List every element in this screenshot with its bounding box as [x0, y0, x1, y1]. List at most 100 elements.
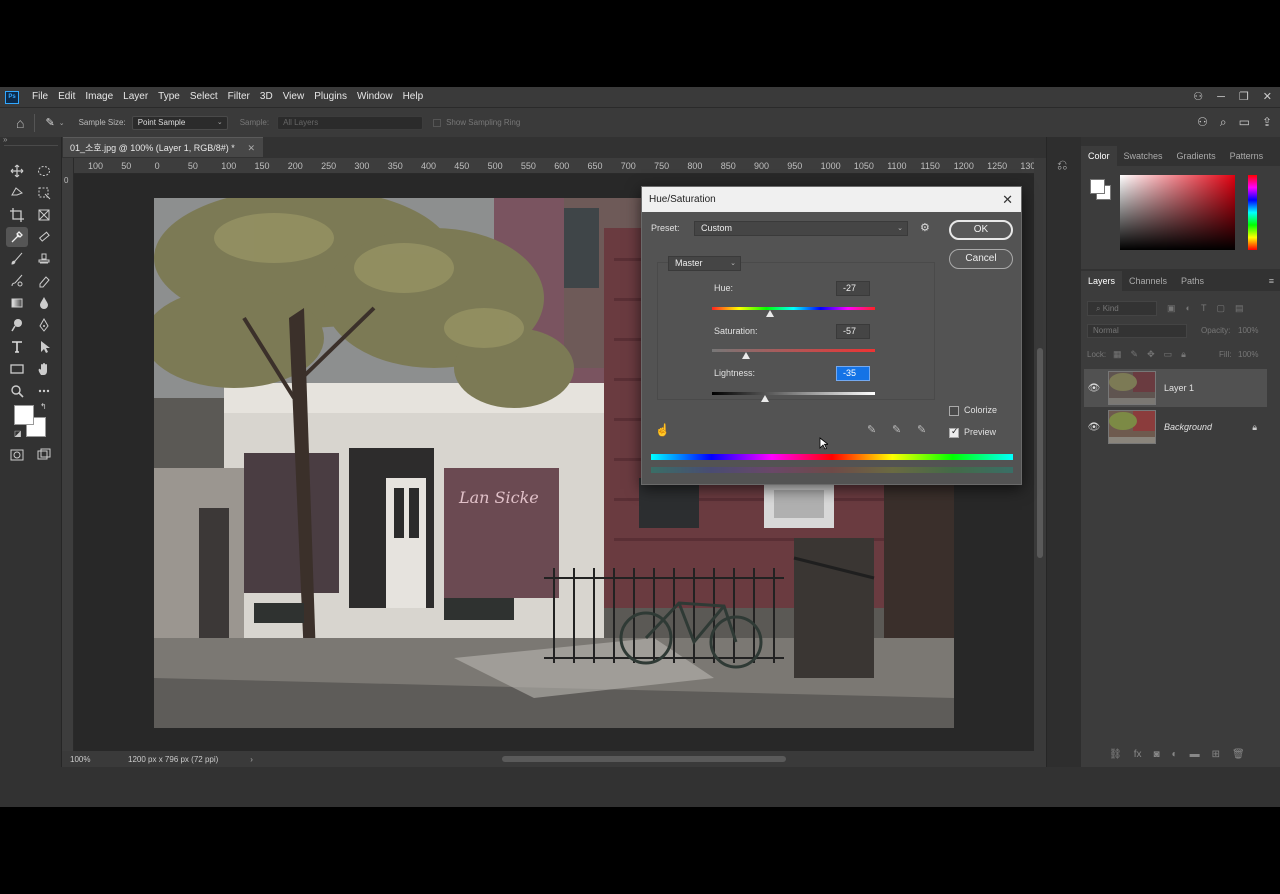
tab-color[interactable]: Color: [1081, 146, 1117, 166]
dialog-title-bar[interactable]: Hue/Saturation ✕: [642, 187, 1021, 212]
close-tab-icon[interactable]: ✕: [247, 138, 255, 158]
lock-position-icon[interactable]: ✥: [1147, 349, 1155, 360]
quick-mask-icon[interactable]: [6, 445, 28, 465]
rectangle-tool-icon[interactable]: [6, 359, 28, 379]
hue-slider-track[interactable]: [712, 307, 875, 310]
layer-filter-kind[interactable]: ⌕ Kind: [1087, 301, 1157, 316]
menu-filter[interactable]: Filter: [223, 87, 255, 107]
clone-stamp-tool-icon[interactable]: [33, 249, 55, 269]
brush-tool-icon[interactable]: [6, 249, 28, 269]
add-mask-icon[interactable]: ◙: [1153, 749, 1159, 760]
marquee-tool-icon[interactable]: [33, 161, 55, 181]
colorize-checkbox[interactable]: [949, 406, 959, 416]
type-tool-icon[interactable]: [6, 337, 28, 357]
tab-swatches[interactable]: Swatches: [1117, 146, 1170, 166]
filter-shape-icon[interactable]: ▢: [1216, 303, 1225, 314]
menu-help[interactable]: Help: [398, 87, 429, 107]
lightness-slider-thumb[interactable]: [761, 395, 769, 402]
history-panel-icon[interactable]: ⎌: [1057, 157, 1067, 173]
menu-window[interactable]: Window: [352, 87, 398, 107]
screen-mode-icon[interactable]: [33, 445, 55, 465]
filter-pixel-icon[interactable]: ▣: [1167, 303, 1176, 314]
saturation-value-field[interactable]: -57: [836, 324, 870, 339]
filter-type-icon[interactable]: T: [1201, 303, 1207, 314]
crop-tool-icon[interactable]: [6, 205, 28, 225]
sample-select[interactable]: All Layers: [277, 115, 424, 130]
color-panel-foreground-swatch[interactable]: [1090, 179, 1105, 194]
eyedropper-icon[interactable]: ✎: [867, 423, 876, 436]
more-tools-icon[interactable]: [33, 381, 55, 401]
filter-smart-icon[interactable]: ▤: [1235, 303, 1244, 314]
home-icon[interactable]: ⌂: [16, 115, 24, 131]
new-layer-icon[interactable]: ⊞: [1212, 749, 1220, 760]
layer-visibility-eye-icon[interactable]: 👁︎: [1084, 422, 1104, 433]
hue-slider[interactable]: [1248, 175, 1257, 250]
eraser-tool-icon[interactable]: [33, 271, 55, 291]
layer-row-background[interactable]: 👁︎ Background 🔒︎: [1084, 408, 1267, 446]
hand-tool-icon[interactable]: [33, 359, 55, 379]
restore-icon[interactable]: ❐: [1239, 87, 1249, 107]
eyedropper-minus-icon[interactable]: ✎: [917, 423, 926, 436]
share-people-icon[interactable]: ⚇: [1197, 115, 1208, 130]
chevron-down-icon[interactable]: ⌄: [59, 119, 65, 127]
move-tool-icon[interactable]: [6, 161, 28, 181]
vertical-scroll-thumb[interactable]: [1037, 348, 1043, 558]
document-tab[interactable]: 01_소호.jpg @ 100% (Layer 1, RGB/8#) * ✕: [63, 137, 263, 157]
path-selection-tool-icon[interactable]: [33, 337, 55, 357]
horizontal-scroll-thumb[interactable]: [502, 756, 786, 762]
blur-tool-icon[interactable]: [33, 293, 55, 313]
sample-size-select[interactable]: Point Sample ⌄: [131, 115, 228, 130]
zoom-tool-icon[interactable]: [6, 381, 28, 401]
lock-all-icon[interactable]: 🔒︎: [1181, 349, 1186, 360]
adjustment-layer-icon[interactable]: ◐: [1172, 749, 1178, 760]
close-icon[interactable]: ✕: [1002, 187, 1013, 212]
filter-adjustment-icon[interactable]: ◐: [1186, 303, 1191, 314]
hue-slider-thumb[interactable]: [766, 310, 774, 317]
status-menu-icon[interactable]: ›: [250, 755, 253, 764]
menu-select[interactable]: Select: [185, 87, 223, 107]
object-selection-tool-icon[interactable]: [33, 183, 55, 203]
healing-brush-tool-icon[interactable]: [33, 227, 55, 247]
dodge-tool-icon[interactable]: [6, 315, 28, 335]
default-colors-icon[interactable]: ◪: [14, 429, 22, 438]
ok-button[interactable]: OK: [949, 220, 1013, 240]
layer-name[interactable]: Layer 1: [1164, 383, 1194, 393]
show-sampling-ring-checkbox[interactable]: [433, 118, 442, 127]
saturation-slider-track[interactable]: [712, 349, 875, 352]
lock-image-icon[interactable]: ✎: [1131, 349, 1139, 360]
menu-image[interactable]: Image: [80, 87, 118, 107]
pen-tool-icon[interactable]: [33, 315, 55, 335]
fill-value[interactable]: 100%: [1238, 350, 1258, 359]
search-icon[interactable]: ⌕: [1220, 115, 1227, 130]
share-icon[interactable]: ⇪: [1262, 115, 1272, 130]
link-layers-icon[interactable]: ⛓︎: [1109, 749, 1122, 760]
menu-layer[interactable]: Layer: [118, 87, 153, 107]
menu-type[interactable]: Type: [153, 87, 185, 107]
foreground-color-swatch[interactable]: [14, 405, 34, 425]
cancel-button[interactable]: Cancel: [949, 249, 1013, 269]
layer-style-fx-icon[interactable]: fx: [1134, 749, 1142, 760]
new-group-icon[interactable]: ▬: [1190, 749, 1200, 760]
tab-channels[interactable]: Channels: [1122, 271, 1174, 291]
eyedropper-tool-icon[interactable]: [6, 227, 28, 247]
preset-options-gear-icon[interactable]: ⚙: [920, 221, 930, 234]
lock-artboard-icon[interactable]: ▭: [1164, 349, 1173, 360]
lasso-tool-icon[interactable]: [6, 183, 28, 203]
channel-select[interactable]: Master ⌄: [668, 256, 741, 271]
toolbar-collapse-icon[interactable]: »: [3, 135, 7, 144]
layer-visibility-eye-icon[interactable]: 👁︎: [1084, 383, 1104, 394]
menu-plugins[interactable]: Plugins: [309, 87, 352, 107]
zoom-level[interactable]: 100%: [70, 755, 120, 764]
targeted-adjustment-hand-icon[interactable]: ☝: [655, 423, 670, 437]
lightness-value-field[interactable]: -35: [836, 366, 870, 381]
preset-select[interactable]: Custom ⌄: [694, 221, 908, 236]
preview-checkbox[interactable]: [949, 426, 959, 438]
close-window-icon[interactable]: ✕: [1263, 87, 1272, 107]
tab-layers[interactable]: Layers: [1081, 271, 1123, 291]
color-picker-field[interactable]: [1120, 175, 1235, 250]
frame-tool-icon[interactable]: [33, 205, 55, 225]
lightness-slider-track[interactable]: [712, 392, 875, 395]
layers-panel-menu-icon[interactable]: ≡: [1269, 276, 1274, 286]
opacity-value[interactable]: 100%: [1238, 326, 1258, 335]
minimize-icon[interactable]: ─: [1217, 87, 1225, 107]
